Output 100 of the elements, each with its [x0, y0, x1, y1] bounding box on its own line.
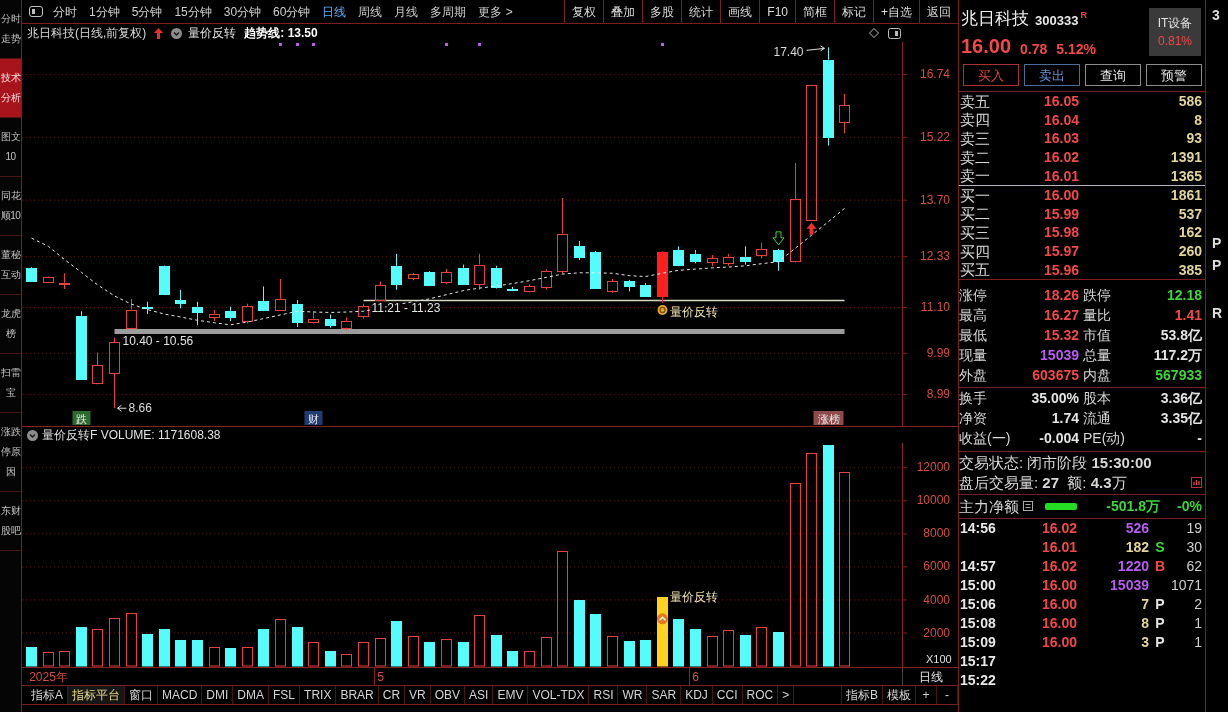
candle	[657, 250, 668, 304]
tick-count: 1	[1193, 616, 1202, 631]
chevron-down-icon[interactable]	[171, 27, 183, 39]
indicator-tab[interactable]: 模板	[883, 686, 916, 704]
order-level-label: 买三	[959, 224, 991, 240]
toolbar-button[interactable]: 简框	[795, 0, 834, 23]
sidebar-tab[interactable]: 董秘互动	[0, 236, 21, 295]
candle	[690, 249, 701, 264]
order-level-label: 卖二	[959, 149, 991, 165]
candle	[590, 250, 601, 290]
indicator-tab[interactable]: BRAR	[336, 686, 379, 704]
indicator-tab[interactable]: SAR	[647, 686, 682, 704]
period-tab[interactable]: 5分钟	[125, 0, 169, 23]
scroll-right-button[interactable]: >	[778, 686, 795, 704]
sidebar-tab[interactable]: 同花顺10	[0, 177, 21, 236]
event-tag[interactable]: 涨榜	[813, 411, 844, 425]
indicator-tab[interactable]: KDJ	[681, 686, 713, 704]
period-tab[interactable]: 1分钟	[83, 0, 126, 23]
indicator-tab[interactable]: DMI	[202, 686, 234, 704]
plus-button[interactable]: +	[916, 686, 937, 704]
ask-price: 16.05	[1042, 94, 1079, 109]
sidebar-tab[interactable]: 扫雷宝	[0, 354, 21, 413]
toolbar-button[interactable]: 复权	[564, 0, 604, 23]
volume-axis-label: 10000	[916, 493, 950, 508]
panel-icon[interactable]	[888, 27, 901, 39]
period-tab[interactable]: 周线	[352, 0, 389, 23]
indicator-tab[interactable]: TRIX	[300, 686, 337, 704]
indicator-tab[interactable]: 指标B	[842, 686, 883, 704]
toolbar-button[interactable]: +自选	[873, 0, 919, 23]
sidebar-tab[interactable]: 技术分析	[0, 59, 21, 118]
trade-button[interactable]: 预警	[1146, 64, 1202, 86]
indicator-tab[interactable]: ROC	[742, 686, 779, 704]
period-tab[interactable]: 分时	[47, 0, 83, 23]
indicator-tab[interactable]: CR	[378, 686, 406, 704]
period-tab[interactable]: 日线	[316, 0, 353, 23]
event-tag[interactable]: 跌	[72, 411, 91, 425]
arrow-up-icon	[806, 222, 817, 235]
indicator-tab[interactable]: 指标平台	[68, 686, 125, 704]
sidebar-tab[interactable]: 龙虎榜	[0, 295, 21, 354]
unit-label: X100	[926, 653, 952, 665]
sidebar-tab[interactable]: 东财股吧	[0, 492, 21, 551]
indicator-tab[interactable]: MACD	[158, 686, 203, 704]
sector-box[interactable]: IT设备 0.81%	[1149, 8, 1201, 56]
period-tab[interactable]: 60分钟	[267, 0, 317, 23]
candle	[474, 253, 485, 291]
period-tab[interactable]: 15分钟	[168, 0, 218, 23]
indicator-tab[interactable]: VOL-TDX	[528, 686, 590, 704]
indicator-tab[interactable]: RSI	[589, 686, 619, 704]
indicator-tab[interactable]: ASI	[465, 686, 494, 704]
toolbar-button[interactable]: 标记	[834, 0, 873, 23]
ask-volume: 8	[1193, 112, 1202, 127]
stat-label: 换手	[959, 390, 988, 405]
list-icon[interactable]	[1023, 501, 1033, 512]
bid-volume: 260	[1177, 244, 1202, 259]
trade-button[interactable]: 查询	[1085, 64, 1141, 86]
indicator-tab[interactable]: FSL	[269, 686, 301, 704]
indicator-tab[interactable]: WR	[618, 686, 648, 704]
tick-time: 14:57	[959, 559, 997, 574]
indicator-tab[interactable]: DMA	[233, 686, 270, 704]
sidebar-tab[interactable]: 图文10	[0, 118, 21, 177]
trade-side-label: P	[1154, 597, 1166, 612]
indicator-tab[interactable]: VR	[405, 686, 431, 704]
toolbar-button[interactable]: 叠加	[603, 0, 643, 23]
trade-side-label: P	[1154, 635, 1166, 650]
toolbar-button[interactable]: 统计	[681, 0, 721, 23]
trade-button[interactable]: 买入	[963, 64, 1019, 86]
chevron-up-icon	[657, 613, 668, 625]
sidebar-tab[interactable]: 涨跌停原因	[0, 413, 21, 492]
toolbar-button[interactable]: 画线	[720, 0, 760, 23]
ask-volume: 586	[1177, 94, 1202, 109]
stat-label: 流通	[1082, 410, 1112, 425]
period-tab[interactable]: 多周期	[424, 0, 473, 23]
status-text: 交易状态: 闭市阶段 15:30:00	[959, 455, 1152, 471]
indicator-tab[interactable]: EMV	[493, 686, 529, 704]
candle	[258, 285, 269, 312]
indicator-tab[interactable]: 窗口	[125, 686, 158, 704]
period-tab[interactable]: 更多 >	[472, 0, 519, 23]
bid-price: 15.99	[1042, 206, 1079, 221]
toolbar-button[interactable]: 多股	[642, 0, 682, 23]
date-label: 6	[692, 670, 699, 684]
indicator-tab[interactable]: OBV	[430, 686, 466, 704]
ask-volume: 93	[1185, 131, 1202, 146]
panel-icon[interactable]	[29, 6, 43, 17]
toolbar-button[interactable]: F10	[759, 0, 795, 23]
arrow-icon	[806, 45, 825, 52]
period-tab[interactable]: 30分钟	[217, 0, 268, 23]
period-tab[interactable]: 月线	[388, 0, 425, 23]
band-label: 10.40 - 10.56	[122, 333, 194, 348]
bid-price: 15.98	[1042, 225, 1079, 240]
flow-bar-icon	[1045, 502, 1077, 510]
diamond-icon[interactable]	[869, 28, 879, 38]
trade-button[interactable]: 卖出	[1024, 64, 1080, 86]
chevron-down-icon[interactable]	[27, 429, 38, 441]
stat-label: 跌停	[1082, 287, 1112, 302]
stat-value: 35.00%	[1030, 390, 1079, 405]
indicator-tab[interactable]: CCI	[712, 686, 743, 704]
bar-chart-icon[interactable]	[1191, 477, 1202, 489]
event-tag[interactable]: 财	[304, 411, 323, 425]
candle	[225, 306, 236, 322]
stat-value: 15039	[1039, 347, 1079, 362]
